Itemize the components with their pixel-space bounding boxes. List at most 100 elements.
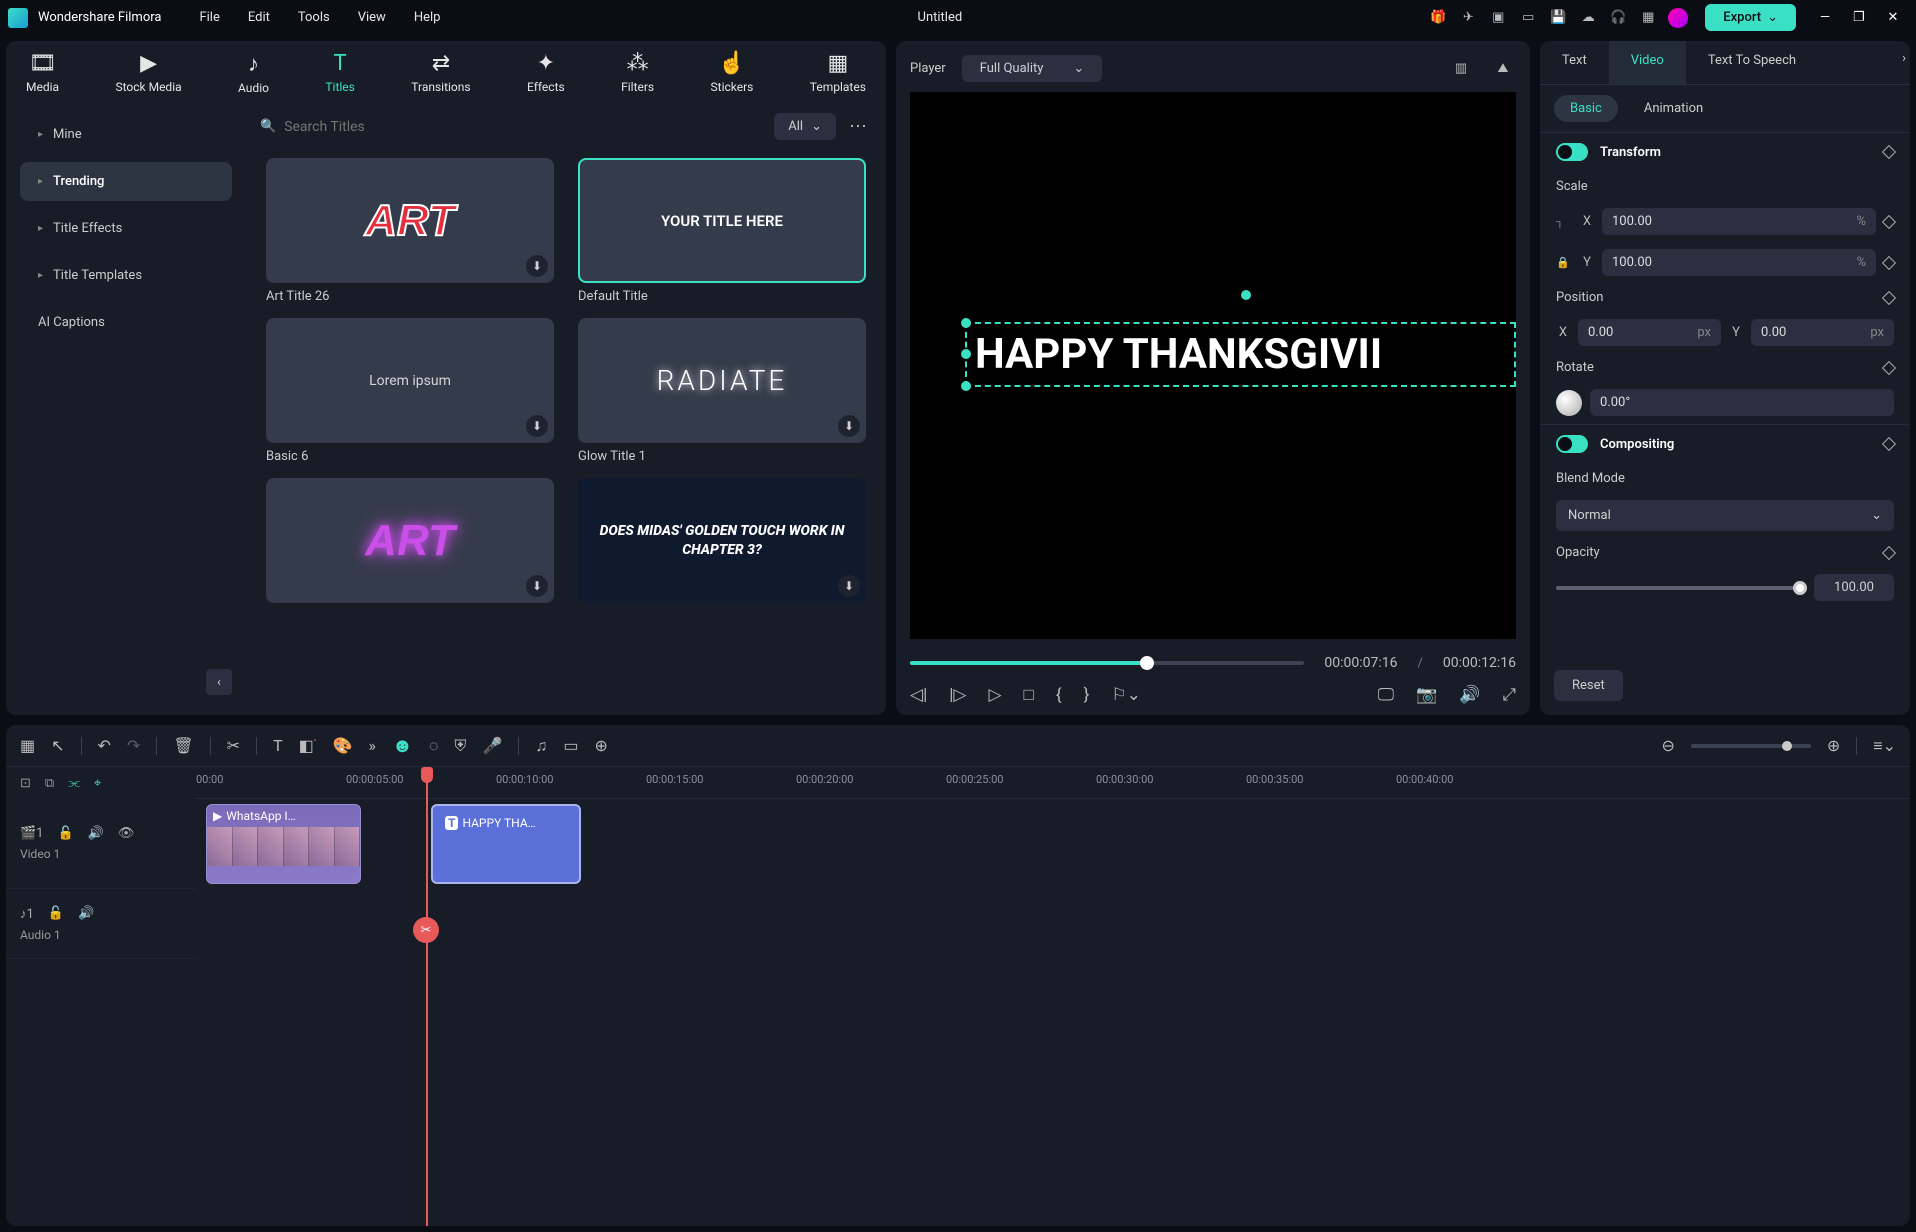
asset-tab-stock-media[interactable]: ▶Stock Media — [115, 51, 181, 95]
download-icon[interactable]: ⬇ — [838, 415, 860, 437]
collapse-sidebar-button[interactable]: ‹ — [206, 669, 232, 695]
color-tool[interactable]: 🎨 — [332, 736, 352, 755]
rotate-input[interactable]: 0.00° — [1590, 389, 1894, 416]
pos-x-input[interactable]: 0.00px — [1578, 319, 1721, 346]
side-item-trending[interactable]: ▸Trending — [20, 162, 232, 201]
panel-icon-2[interactable]: ▭ — [1515, 5, 1541, 31]
stop-button[interactable]: □ — [1024, 685, 1034, 705]
reset-button[interactable]: Reset — [1554, 670, 1623, 701]
snapshot-button[interactable]: 📷 — [1416, 685, 1437, 705]
title-overlay[interactable]: HAPPY THANKSGIVII — [965, 322, 1516, 387]
volume-button[interactable]: 🔊 — [1459, 685, 1480, 705]
add-marker-icon[interactable]: ⊕ — [594, 736, 607, 755]
asset-tab-audio[interactable]: ♪Audio — [238, 51, 269, 95]
marker-dd-button[interactable]: ⚐⌄ — [1111, 685, 1140, 705]
play-button[interactable]: ▷ — [988, 685, 1001, 705]
maximize-button[interactable]: ❐ — [1844, 3, 1874, 33]
compositing-toggle[interactable] — [1556, 435, 1588, 453]
keyframe-icon[interactable] — [1882, 145, 1896, 159]
more-button[interactable]: ⋯ — [846, 114, 872, 140]
asset-tab-stickers[interactable]: ☝Stickers — [711, 51, 754, 95]
ai-button[interactable]: ☻ — [392, 733, 413, 758]
rotate-knob[interactable] — [1556, 390, 1582, 416]
zoom-out-button[interactable]: ⊖ — [1661, 736, 1674, 755]
redo-button[interactable]: ↷ — [127, 736, 140, 755]
gift-icon[interactable]: 🎁 — [1425, 5, 1451, 31]
audio-sync-icon[interactable]: ♫ — [535, 736, 547, 756]
undo-button[interactable]: ↶ — [98, 736, 111, 755]
group-icon[interactable]: ⧉ — [45, 776, 54, 791]
scale-y-input[interactable]: 100.00% — [1602, 249, 1876, 276]
menu-file[interactable]: File — [185, 6, 233, 29]
title-card[interactable]: Lorem ipsum⬇Basic 6 — [266, 318, 554, 464]
mic-icon[interactable]: 🎤 — [482, 736, 502, 755]
title-card[interactable]: YOUR TITLE HEREDefault Title — [578, 158, 866, 304]
close-button[interactable]: ✕ — [1878, 3, 1908, 33]
display-icon[interactable]: 🖵 — [1378, 685, 1394, 705]
video-clip[interactable]: ▶WhatsApp I… — [206, 804, 361, 884]
player-canvas[interactable]: HAPPY THANKSGIVII — [910, 92, 1516, 639]
menu-edit[interactable]: Edit — [234, 6, 284, 29]
mute-icon[interactable]: 🔊 — [78, 906, 94, 921]
compare-icon[interactable]: ▥ — [1448, 56, 1474, 82]
inspector-tab-video[interactable]: Video — [1609, 41, 1686, 84]
quality-dropdown[interactable]: Full Quality⌄ — [962, 55, 1103, 82]
effects-icon[interactable]: ◌ — [429, 736, 439, 756]
inspector-tab-text-to-speech[interactable]: Text To Speech — [1686, 41, 1818, 84]
asset-tab-filters[interactable]: ⁂Filters — [621, 51, 654, 95]
mute-icon[interactable]: 🔊 — [88, 826, 104, 841]
tabs-overflow-icon[interactable]: › — [1902, 51, 1906, 66]
opacity-slider[interactable] — [1556, 586, 1800, 590]
menu-view[interactable]: View — [344, 6, 400, 29]
magnet-icon[interactable]: ⫘ — [68, 776, 80, 791]
scissors-icon[interactable]: ✂ — [413, 917, 439, 943]
keyframe-icon[interactable] — [1882, 545, 1896, 559]
keyframe-icon[interactable] — [1882, 360, 1896, 374]
side-item-title-effects[interactable]: ▸Title Effects — [20, 209, 232, 248]
crop-tool[interactable]: ◧• — [299, 736, 317, 755]
title-clip[interactable]: THAPPY THA… — [431, 804, 581, 884]
apps-icon[interactable]: ▦ — [1635, 5, 1661, 31]
playhead[interactable]: ✂ — [426, 767, 428, 1226]
mark-out-button[interactable]: } — [1084, 685, 1090, 705]
lock-icon[interactable]: 🔒 — [1556, 256, 1572, 269]
subtab-animation[interactable]: Animation — [1628, 95, 1719, 122]
step-back-button[interactable]: |▷ — [949, 685, 966, 705]
keyframe-icon[interactable] — [1882, 437, 1896, 451]
asset-tab-titles[interactable]: TTitles — [325, 51, 354, 95]
zoom-in-button[interactable]: ⊕ — [1827, 736, 1840, 755]
download-icon[interactable]: ⬇ — [526, 415, 548, 437]
download-icon[interactable]: ⬇ — [526, 575, 548, 597]
asset-tab-effects[interactable]: ✦Effects — [527, 51, 565, 95]
keyframe-icon[interactable] — [1882, 214, 1896, 228]
track-height-icon[interactable]: ≡⌄ — [1873, 736, 1896, 756]
select-tool[interactable]: ↖ — [51, 736, 64, 755]
asset-tab-transitions[interactable]: ⇄Transitions — [411, 51, 470, 95]
headphones-icon[interactable]: 🎧 — [1605, 5, 1631, 31]
shield-icon[interactable]: ⛨ — [454, 736, 466, 756]
mark-in-button[interactable]: { — [1056, 685, 1062, 705]
transform-toggle[interactable] — [1556, 143, 1588, 161]
text-tool[interactable]: T — [273, 736, 283, 755]
more-tools[interactable]: » — [368, 736, 376, 755]
lock-icon[interactable]: 🔓 — [48, 906, 64, 921]
menu-tools[interactable]: Tools — [284, 6, 344, 29]
panel-icon-1[interactable]: ▣ — [1485, 5, 1511, 31]
cloud-icon[interactable]: ☁ — [1575, 5, 1601, 31]
delete-button[interactable]: 🗑 — [173, 736, 193, 755]
zoom-slider[interactable] — [1691, 744, 1811, 748]
asset-tab-media[interactable]: 🎞Media — [26, 51, 59, 95]
progress-bar[interactable] — [910, 661, 1304, 665]
lock-icon[interactable]: 🔓 — [58, 826, 74, 841]
inspector-tab-text[interactable]: Text — [1540, 41, 1609, 84]
download-icon[interactable]: ⬇ — [838, 575, 860, 597]
scope-icon[interactable]: ⛰ — [1490, 56, 1516, 82]
save-icon[interactable]: 💾 — [1545, 5, 1571, 31]
scale-x-input[interactable]: 100.00% — [1602, 208, 1876, 235]
fullscreen-button[interactable]: ⤢ — [1502, 685, 1516, 705]
search-input[interactable] — [284, 119, 764, 135]
opacity-value[interactable]: 100.00 — [1814, 574, 1894, 601]
filter-dropdown[interactable]: All⌄ — [774, 113, 836, 140]
subtab-basic[interactable]: Basic — [1554, 95, 1618, 122]
visibility-icon[interactable]: 👁 — [118, 826, 135, 841]
